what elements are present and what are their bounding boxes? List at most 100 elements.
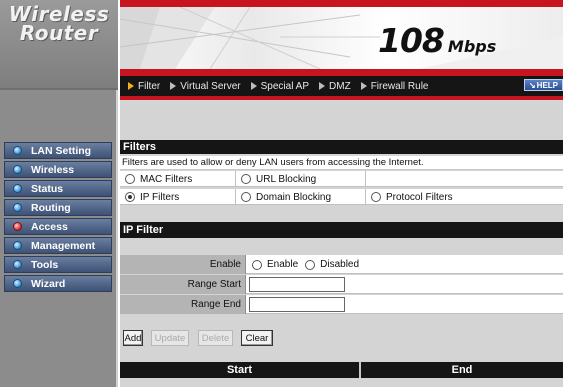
menu-item-label: Filter [138, 80, 161, 92]
bullet-icon [13, 146, 22, 155]
range-end-input[interactable] [249, 297, 345, 312]
column-header-start: Start [226, 364, 253, 376]
main-top-spacer [120, 100, 563, 140]
range-end-label: Range End [120, 295, 246, 314]
router-admin-page: Wireless Router LAN Setting Wireless Sta… [0, 0, 563, 387]
option-label: MAC Filters [140, 173, 193, 185]
active-bullet-icon [13, 222, 22, 231]
sidebar-item-label: Access [31, 220, 68, 233]
brand-line-2: Router [19, 21, 99, 45]
help-arrow-icon: ↘ [528, 80, 536, 90]
radio-protocol-filters[interactable] [371, 192, 381, 202]
filter-options-row-1: MAC Filters URL Blocking [120, 171, 563, 187]
arrow-icon [319, 82, 326, 90]
sidebar-item-wizard[interactable]: Wizard [4, 275, 112, 292]
radio-enable[interactable] [252, 259, 262, 270]
range-end-row: Range End [120, 295, 563, 314]
range-start-label: Range Start [120, 275, 246, 294]
brand-divider [0, 88, 118, 90]
option-ip-filters[interactable]: IP Filters [120, 189, 236, 205]
top-menu-bar: Filter Virtual Server Special AP DMZ Fir… [120, 76, 563, 96]
radio-disabled[interactable] [305, 259, 316, 270]
option-label: IP Filters [140, 191, 180, 203]
menu-item-label: DMZ [329, 80, 351, 92]
header: 108 Mbps Filter Virtual Server Special AP… [120, 0, 563, 100]
disabled-option[interactable]: Disabled [305, 259, 359, 270]
bullet-icon [13, 165, 22, 174]
bullet-icon [13, 279, 22, 288]
option-mac-filters[interactable]: MAC Filters [120, 171, 236, 187]
menu-item-label: Firewall Rule [370, 80, 429, 92]
option-domain-blocking[interactable]: Domain Blocking [236, 189, 366, 205]
sidebar-nav: LAN Setting Wireless Status Routing Acce… [4, 142, 112, 294]
sidebar-item-status[interactable]: Status [4, 180, 112, 197]
arrow-icon [250, 82, 257, 90]
radio-ip-filters[interactable] [125, 192, 135, 202]
menu-item-dmz[interactable]: DMZ [319, 81, 351, 92]
sidebar-item-label: Wizard [31, 277, 66, 290]
bullet-icon [13, 184, 22, 193]
button-row: Add Update Delete Clear [120, 326, 563, 348]
help-button[interactable]: ↘ HELP [524, 79, 563, 91]
enable-option[interactable]: Enable [252, 259, 298, 270]
bullet-icon [13, 203, 22, 212]
sidebar: Wireless Router LAN Setting Wireless Sta… [0, 0, 118, 387]
speed-label: 108 Mbps [378, 21, 496, 60]
header-banner: 108 Mbps [120, 7, 563, 69]
update-button[interactable]: Update [151, 330, 189, 346]
menu-item-special-ap[interactable]: Special AP [250, 80, 310, 92]
option-label: Domain Blocking [256, 191, 332, 203]
speed-unit: Mbps [447, 37, 497, 56]
help-label: HELP [536, 80, 559, 90]
enable-radio-group: Enable Disabled [252, 255, 366, 274]
ip-filter-section-title: IP Filter [120, 222, 563, 238]
filters-description: Filters are used to allow or deny LAN us… [120, 156, 563, 170]
main-content: Filters Filters are used to allow or den… [120, 100, 563, 387]
sidebar-item-label: Wireless [31, 163, 75, 176]
sidebar-item-label: Status [31, 182, 64, 195]
sidebar-item-label: LAN Setting [31, 144, 92, 157]
sidebar-item-wireless[interactable]: Wireless [4, 161, 112, 178]
column-header-end: End [451, 364, 473, 376]
option-empty-cell [366, 171, 563, 187]
range-start-input[interactable] [249, 277, 345, 292]
clear-button[interactable]: Clear [241, 330, 273, 346]
sidebar-item-label: Routing [31, 201, 71, 214]
arrow-icon [128, 82, 134, 90]
sidebar-item-label: Tools [31, 258, 59, 271]
brand-logo: Wireless Router [0, 0, 118, 88]
sidebar-item-management[interactable]: Management [4, 237, 112, 254]
sidebar-item-tools[interactable]: Tools [4, 256, 112, 273]
delete-button[interactable]: Delete [198, 330, 233, 346]
sidebar-item-label: Management [31, 239, 96, 252]
arrow-icon [170, 82, 177, 90]
option-label: Protocol Filters [386, 191, 453, 203]
sidebar-item-routing[interactable]: Routing [4, 199, 112, 216]
bullet-icon [13, 241, 22, 250]
menu-item-filter[interactable]: Filter [128, 81, 160, 92]
filter-options-row-2: IP Filters Domain Blocking Protocol Filt… [120, 189, 563, 205]
ip-filter-spacer [120, 240, 563, 254]
arrow-icon [360, 82, 367, 90]
disabled-option-label: Disabled [320, 259, 360, 270]
sidebar-item-lan-setting[interactable]: LAN Setting [4, 142, 112, 159]
menu-item-label: Special AP [260, 80, 310, 92]
option-label: URL Blocking [256, 173, 317, 185]
radio-mac-filters[interactable] [125, 174, 135, 184]
radio-domain-blocking[interactable] [241, 192, 251, 202]
banner-graphic [120, 7, 563, 69]
enable-label: Enable [120, 255, 246, 274]
sidebar-item-access[interactable]: Access [4, 218, 112, 235]
radio-url-blocking[interactable] [241, 174, 251, 184]
filters-section-title: Filters [120, 140, 563, 154]
menu-item-virtual-server[interactable]: Virtual Server [170, 81, 241, 92]
option-protocol-filters[interactable]: Protocol Filters [366, 189, 563, 205]
speed-value: 108 [378, 21, 445, 60]
enable-row: Enable Enable Disabled [120, 255, 563, 274]
option-url-blocking[interactable]: URL Blocking [236, 171, 366, 187]
range-start-row: Range Start [120, 275, 563, 294]
enable-option-label: Enable [267, 259, 299, 270]
menu-item-firewall-rule[interactable]: Firewall Rule [360, 80, 429, 92]
bullet-icon [13, 260, 22, 269]
add-button[interactable]: Add [123, 330, 143, 346]
